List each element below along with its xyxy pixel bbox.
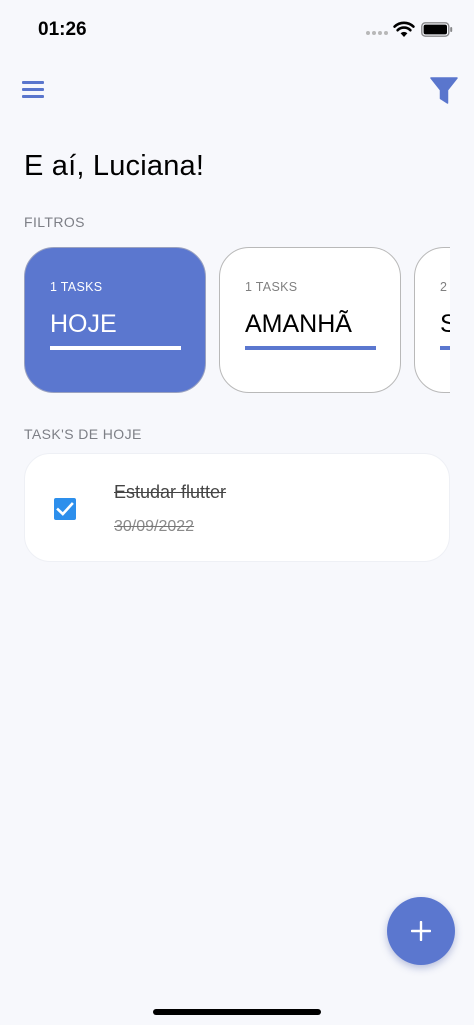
hamburger-menu-icon[interactable]: [22, 81, 46, 101]
home-indicator: [153, 1009, 321, 1015]
filters-section-title: FILTROS: [24, 214, 85, 230]
status-bar: 01:26: [0, 0, 474, 60]
filter-progress-bar: [440, 346, 450, 350]
filter-card-today[interactable]: 1 TASKS HOJE: [24, 247, 206, 393]
task-done-checkbox[interactable]: [54, 498, 76, 520]
task-title: Estudar flutter: [114, 482, 227, 502]
filter-name: SEMANA: [440, 310, 450, 338]
filter-task-count: 2 TASKS: [440, 280, 450, 294]
filters-carousel[interactable]: 1 TASKS HOJE 1 TASKS AMANHÃ 2 TASKS SEMA…: [24, 247, 450, 393]
status-time: 01:26: [38, 19, 87, 40]
funnel-filter-icon[interactable]: [430, 76, 458, 106]
plus-icon: [411, 921, 431, 941]
filter-task-count: 1 TASKS: [245, 280, 298, 294]
filter-progress-bar: [50, 346, 181, 350]
filter-name: AMANHÃ: [245, 310, 352, 338]
tasks-section-title: TASK'S DE HOJE: [24, 426, 142, 442]
filter-task-count: 1 TASKS: [50, 280, 103, 294]
wifi-icon: [393, 21, 415, 37]
add-task-button[interactable]: [387, 897, 455, 965]
task-date: 30/09/2022: [114, 518, 195, 535]
task-card[interactable]: Estudar flutter 30/09/2022: [24, 453, 450, 562]
cellular-dots-icon: [366, 31, 388, 35]
greeting-title: E aí, Luciana!: [24, 150, 205, 182]
filter-progress-bar: [245, 346, 376, 350]
battery-icon: [421, 22, 453, 37]
filter-name: HOJE: [50, 310, 117, 338]
filter-card-week[interactable]: 2 TASKS SEMANA: [414, 247, 450, 393]
checkmark-icon: [56, 502, 74, 516]
filter-card-tomorrow[interactable]: 1 TASKS AMANHÃ: [219, 247, 401, 393]
